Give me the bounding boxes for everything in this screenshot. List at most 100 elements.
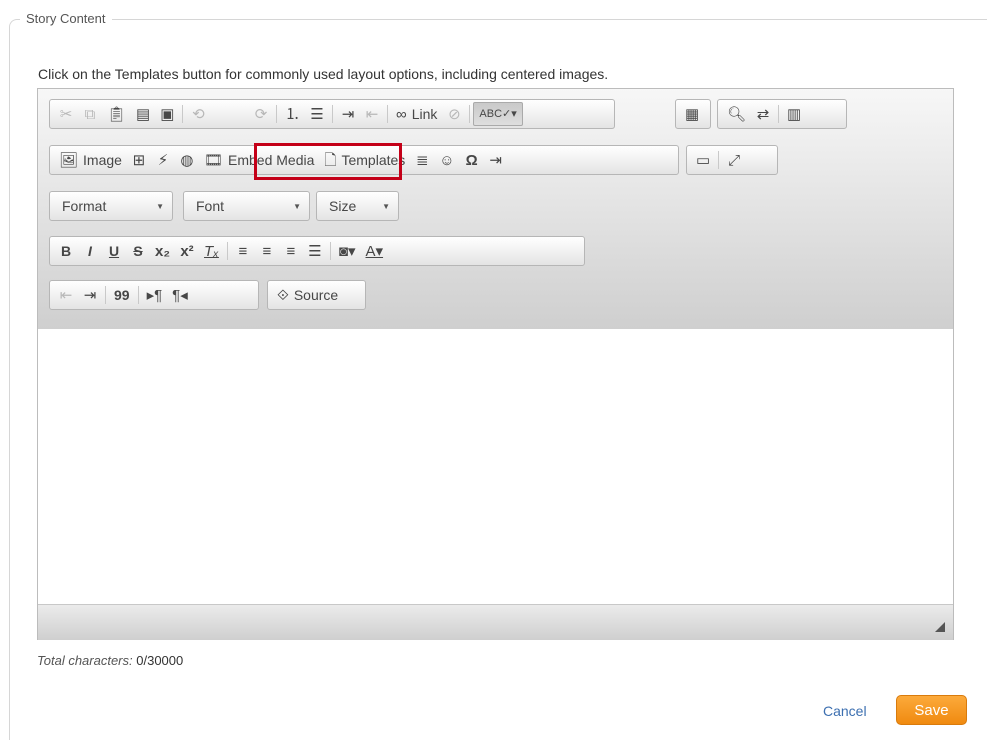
fieldset-legend: Story Content [20,11,112,26]
superscript-button[interactable]: x² [175,239,199,263]
align-left-button[interactable]: ≡ [231,239,255,263]
underline-label: U [108,243,120,259]
rtl-button[interactable]: ¶◂ [167,283,193,307]
find-button[interactable]: 🔍︎ [722,102,751,126]
rtl-icon: ¶◂ [172,286,188,304]
clipboard-text-icon: ▤ [136,105,151,123]
blockquote-button[interactable]: 99 [109,283,135,307]
indent-icon: ⇥ [83,286,97,304]
link-button[interactable]: ∞ Link [391,102,442,126]
text-color-button[interactable]: A▾ [361,239,389,263]
decrease-indent-button[interactable]: ⇤ [360,102,384,126]
iframe-button[interactable]: ◍ [175,148,199,172]
character-counter: Total characters: 0/30000 [37,653,183,668]
background-color-button[interactable]: ◙▾ [334,239,361,263]
subscript-button[interactable]: x₂ [150,239,175,263]
superscript-icon: x² [180,242,194,260]
paste-button[interactable]: 📋︎ [102,102,131,126]
outdent-icon: ⇤ [59,286,73,304]
ltr-icon: ▸¶ [146,286,163,304]
bulleted-list-button[interactable]: ☰ [305,102,329,126]
align-right-button[interactable]: ≡ [279,239,303,263]
size-dropdown[interactable]: Size ▼ [316,191,399,221]
chevron-down-icon: ▼ [293,201,301,211]
separator [778,105,780,123]
indent-icon: ⇥ [341,105,355,123]
show-blocks-icon: ▭ [696,151,711,169]
resize-handle[interactable] [935,622,945,632]
source-button[interactable]: ⟐ Source [272,283,343,307]
paste-word-button[interactable]: ▣ [155,102,179,126]
separator [718,151,720,169]
underline-button[interactable]: U [102,239,126,263]
show-blocks-button[interactable]: ▭ [691,148,715,172]
smiley-icon: ☺ [439,151,455,169]
cut-button[interactable]: ✂ [54,102,78,126]
numbered-list-button[interactable]: ⒈ [280,102,305,126]
instructions-text: Click on the Templates button for common… [38,66,609,82]
omega-icon: Ω [465,151,478,169]
image-icon: 🖼︎ [59,151,79,169]
special-char-button[interactable]: Ω [460,148,484,172]
indent-button[interactable]: ⇥ [78,283,102,307]
editor-bottom-bar [38,604,953,640]
ltr-button[interactable]: ▸¶ [142,283,168,307]
horizontal-line-icon: ≣ [415,151,429,169]
italic-label: I [88,243,92,259]
flash-button[interactable]: ⚡︎ [151,148,175,172]
page-break-button[interactable]: ⇥ [484,148,508,172]
separator [276,105,277,123]
clipboard-word-icon: ▣ [160,105,175,123]
strikethrough-button[interactable]: S [126,239,150,263]
smiley-button[interactable]: ☺ [434,148,459,172]
rich-text-editor: ✂ ⧉ 📋︎ ▤ ▣ ⟲ ⟳ ⒈ ☰ ⇥ ⇤ ∞ Link ⊘ ABC✓▾ ▦ 🔍… [37,88,954,640]
italic-button[interactable]: I [78,239,102,263]
source-icon: ⟐ [277,286,289,304]
undo-button[interactable]: ⟲ [186,102,210,126]
clipboard-icon: 📋︎ [107,105,127,123]
align-center-button[interactable]: ≡ [255,239,279,263]
source-label: Source [293,287,339,303]
align-right-icon: ≡ [286,242,296,260]
replace-button[interactable]: ⇄ [751,102,775,126]
paste-text-button[interactable]: ▤ [131,102,155,126]
align-justify-button[interactable]: ☰ [303,239,327,263]
blockquote-label: 99 [114,287,130,303]
replace-icon: ⇄ [756,105,770,123]
font-dropdown[interactable]: Font ▼ [183,191,310,221]
link-icon: ∞ [396,105,407,123]
toolbar-group-basicstyles: B I U S x₂ x² Tₓ ≡ ≡ ≡ ☰ ◙▾ A▾ [49,236,585,266]
chevron-down-icon: ▼ [156,201,164,211]
increase-indent-button[interactable]: ⇥ [336,102,360,126]
separator [332,105,334,123]
redo-button[interactable]: ⟳ [249,102,273,126]
bulleted-list-icon: ☰ [310,105,324,123]
image-button[interactable]: 🖼︎ Image [54,148,127,172]
remove-format-button[interactable]: Tₓ [199,239,224,263]
copy-button[interactable]: ⧉ [78,102,102,126]
format-dropdown[interactable]: Format ▼ [49,191,173,221]
save-button[interactable]: Save [896,695,967,725]
remove-format-icon: Tₓ [204,242,219,260]
spellcheck-icon: ABC✓▾ [479,107,517,120]
globe-icon: ◍ [180,151,194,169]
separator [469,105,471,123]
maximize-button[interactable]: ⤢ [722,148,746,172]
upload-image-icon: ⊞ [132,151,146,169]
background-color-icon: ◙▾ [338,242,356,260]
cancel-link[interactable]: Cancel [823,703,867,719]
embed-media-highlight [254,143,402,180]
unlink-icon: ⊘ [448,105,461,123]
unlink-button[interactable]: ⊘ [442,102,466,126]
align-left-icon: ≡ [238,242,248,260]
select-all-button[interactable]: ▥ [782,102,806,126]
outdent-button[interactable]: ⇤ [54,283,78,307]
editor-content-area[interactable] [38,329,953,604]
bold-button[interactable]: B [54,239,78,263]
upload-image-button[interactable]: ⊞ [127,148,151,172]
table-icon: ▦ [685,105,700,123]
spellcheck-button[interactable]: ABC✓▾ [473,102,523,126]
table-button[interactable]: ▦ [680,102,704,126]
separator [329,242,331,260]
horizontal-line-button[interactable]: ≣ [410,148,434,172]
